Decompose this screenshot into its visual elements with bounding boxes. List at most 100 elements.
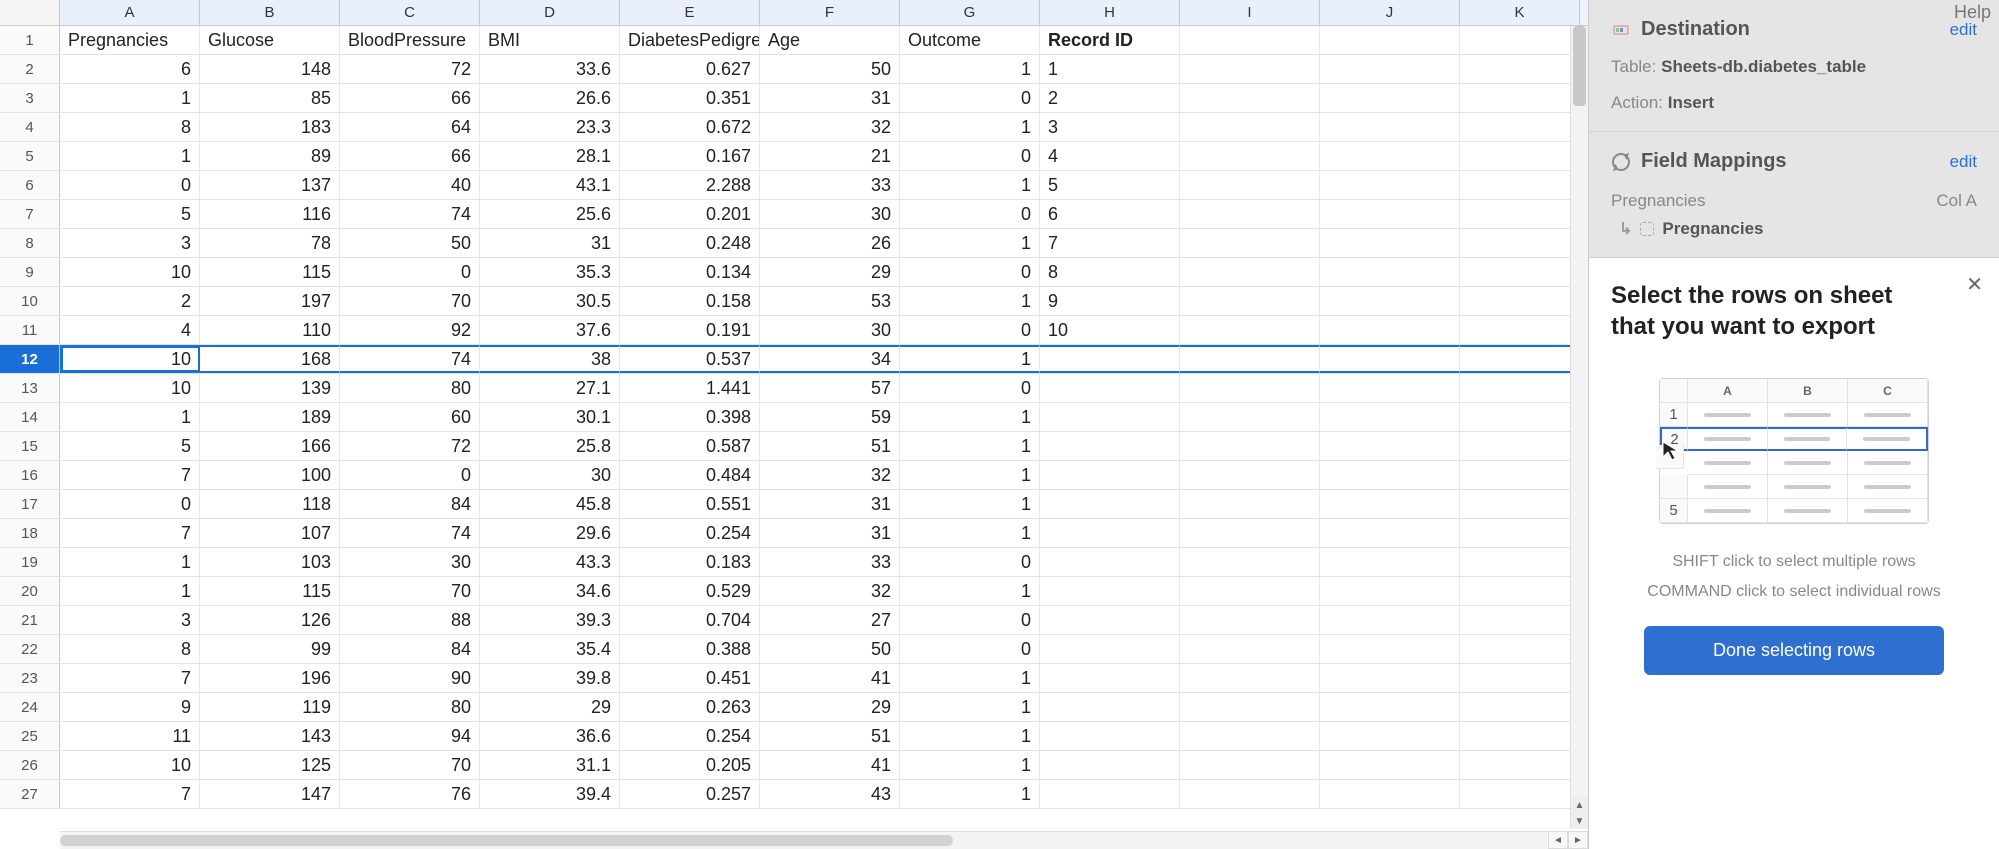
cell[interactable]: 27 — [760, 606, 900, 634]
cell[interactable] — [1320, 374, 1460, 402]
spreadsheet[interactable]: ABCDEFGHIJK 1PregnanciesGlucoseBloodPres… — [0, 0, 1589, 849]
cell[interactable] — [1040, 751, 1180, 779]
cell[interactable]: 0 — [900, 374, 1040, 402]
cell[interactable] — [1040, 722, 1180, 750]
cell[interactable] — [1180, 519, 1320, 547]
cell[interactable]: 139 — [200, 374, 340, 402]
cell[interactable]: 11 — [60, 722, 200, 750]
cell[interactable]: 10 — [60, 258, 200, 286]
column-header[interactable]: D — [480, 0, 620, 25]
row-header[interactable]: 24 — [0, 693, 60, 721]
cell[interactable] — [1180, 55, 1320, 83]
table-row[interactable]: 1911033043.30.183330 — [0, 548, 1588, 577]
cell[interactable]: 196 — [200, 664, 340, 692]
cell[interactable]: 35.4 — [480, 635, 620, 663]
cell[interactable]: 28.1 — [480, 142, 620, 170]
cell[interactable]: 1 — [60, 142, 200, 170]
table-row[interactable]: 2371969039.80.451411 — [0, 664, 1588, 693]
cell[interactable] — [1040, 577, 1180, 605]
table-row[interactable]: 25111439436.60.254511 — [0, 722, 1588, 751]
cell[interactable]: 1 — [900, 461, 1040, 489]
row-header[interactable]: 6 — [0, 171, 60, 199]
cell[interactable] — [1460, 229, 1580, 257]
cell[interactable] — [1180, 693, 1320, 721]
cell[interactable] — [1180, 142, 1320, 170]
cell[interactable]: 1 — [900, 490, 1040, 518]
cell[interactable]: 43 — [760, 780, 900, 808]
cell[interactable]: 10 — [60, 374, 200, 402]
cell[interactable]: 45.8 — [480, 490, 620, 518]
cell[interactable]: 118 — [200, 490, 340, 518]
cell[interactable]: 35.3 — [480, 258, 620, 286]
cell[interactable] — [1320, 461, 1460, 489]
cell[interactable]: Record ID — [1040, 26, 1180, 54]
cell[interactable] — [1320, 287, 1460, 315]
scroll-down-arrow[interactable]: ▼ — [1571, 813, 1588, 829]
cell[interactable] — [1180, 287, 1320, 315]
row-header[interactable]: 16 — [0, 461, 60, 489]
cell[interactable]: 110 — [200, 316, 340, 344]
cell[interactable]: 34 — [760, 345, 900, 373]
cell[interactable]: DiabetesPedigre — [620, 26, 760, 54]
cell[interactable]: 0.704 — [620, 606, 760, 634]
cell[interactable]: 72 — [340, 55, 480, 83]
cell[interactable]: 0.537 — [620, 345, 760, 373]
column-header[interactable]: I — [1180, 0, 1320, 25]
cell[interactable]: 41 — [760, 751, 900, 779]
cell[interactable] — [1180, 548, 1320, 576]
cell[interactable]: 37.6 — [480, 316, 620, 344]
cell[interactable]: 8 — [60, 635, 200, 663]
cell[interactable]: 100 — [200, 461, 340, 489]
cell[interactable]: 10 — [60, 345, 200, 373]
cell[interactable] — [1040, 780, 1180, 808]
cell[interactable] — [1040, 432, 1180, 460]
table-row[interactable]: 13101398027.11.441570 — [0, 374, 1588, 403]
cell[interactable]: 1 — [900, 171, 1040, 199]
row-header[interactable]: 18 — [0, 519, 60, 547]
cell[interactable] — [1320, 577, 1460, 605]
column-header[interactable]: F — [760, 0, 900, 25]
cell[interactable] — [1460, 345, 1580, 373]
cell[interactable] — [1320, 664, 1460, 692]
row-header[interactable]: 21 — [0, 606, 60, 634]
cell[interactable] — [1320, 316, 1460, 344]
cell[interactable]: 0.587 — [620, 432, 760, 460]
table-row[interactable]: 51896628.10.1672104 — [0, 142, 1588, 171]
row-header[interactable]: 19 — [0, 548, 60, 576]
table-row[interactable]: 1701188445.80.551311 — [0, 490, 1588, 519]
cell[interactable]: 1 — [900, 577, 1040, 605]
table-row[interactable]: 1411896030.10.398591 — [0, 403, 1588, 432]
row-header[interactable]: 25 — [0, 722, 60, 750]
cell[interactable] — [1320, 722, 1460, 750]
cell[interactable] — [1460, 316, 1580, 344]
cell[interactable]: 0.205 — [620, 751, 760, 779]
cell[interactable]: 84 — [340, 635, 480, 663]
cell[interactable]: 6 — [60, 55, 200, 83]
row-header[interactable]: 22 — [0, 635, 60, 663]
cell[interactable]: 0.627 — [620, 55, 760, 83]
cell[interactable] — [1180, 84, 1320, 112]
row-header[interactable]: 7 — [0, 200, 60, 228]
cell[interactable]: 9 — [60, 693, 200, 721]
cell[interactable]: 88 — [340, 606, 480, 634]
cell[interactable]: Glucose — [200, 26, 340, 54]
cell[interactable]: 0 — [900, 316, 1040, 344]
cell[interactable]: 8 — [60, 113, 200, 141]
cell[interactable]: 137 — [200, 171, 340, 199]
cell[interactable]: 3 — [60, 606, 200, 634]
cell[interactable] — [1180, 606, 1320, 634]
cell[interactable]: 6 — [1040, 200, 1180, 228]
cell[interactable]: 1 — [900, 55, 1040, 83]
cell[interactable] — [1180, 316, 1320, 344]
cell[interactable] — [1460, 577, 1580, 605]
cell[interactable] — [1180, 432, 1320, 460]
cell[interactable]: 74 — [340, 200, 480, 228]
cell[interactable]: 0.451 — [620, 664, 760, 692]
cell[interactable]: Age — [760, 26, 900, 54]
cell[interactable]: 90 — [340, 664, 480, 692]
row-header[interactable]: 17 — [0, 490, 60, 518]
cell[interactable]: 40 — [340, 171, 480, 199]
cell[interactable]: 0.257 — [620, 780, 760, 808]
cell[interactable]: 29 — [760, 693, 900, 721]
cell[interactable] — [1180, 490, 1320, 518]
